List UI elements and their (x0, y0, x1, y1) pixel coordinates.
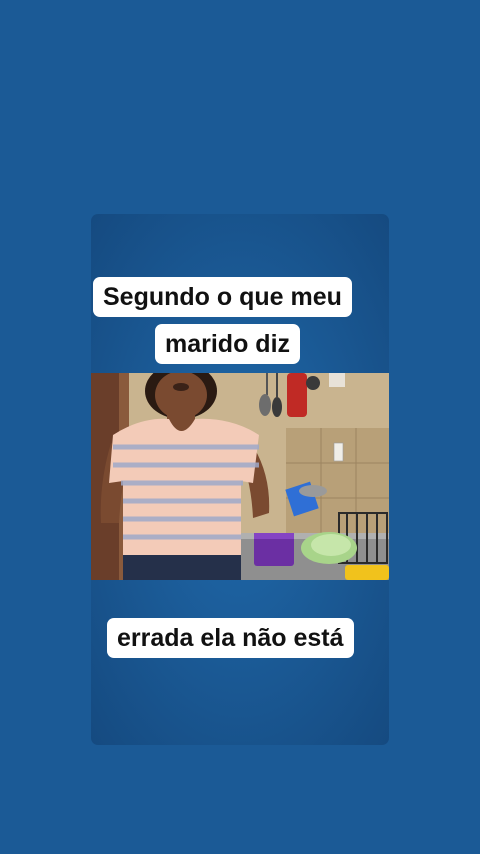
story-screen: Segundo o que meu marido diz errada ela … (0, 0, 480, 854)
kitchen-scene-image (91, 373, 389, 580)
caption-top-line-1: Segundo o que meu (93, 277, 352, 317)
caption-bottom: errada ela não está (107, 618, 354, 658)
caption-top-line-2: marido diz (155, 324, 301, 364)
video-frame (91, 373, 389, 580)
video-card[interactable]: Segundo o que meu marido diz errada ela … (91, 214, 389, 745)
